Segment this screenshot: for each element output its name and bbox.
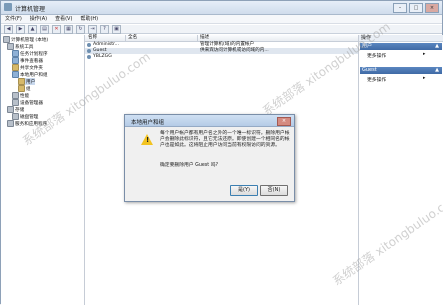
dialog-confirm-text: 确定要删除用户 Guest 吗?: [160, 163, 219, 168]
delete-user-dialog: 本地用户和组 × ! 每个用户帐户都有用户名之外的一个唯一标识符。删除用户帐户会…: [124, 114, 295, 202]
yes-button[interactable]: 是(Y): [230, 185, 258, 196]
no-button[interactable]: 否(N): [260, 185, 288, 196]
watermark-text: 系统部落 xitongbuluo.com: [330, 189, 443, 289]
dialog-message: 每个用户帐户都有用户名之外的一个唯一标识符。删除用户帐户会删除此标识符，且它无法…: [160, 131, 290, 148]
dialog-title: 本地用户和组: [131, 120, 165, 126]
warning-icon: !: [141, 134, 153, 145]
watermark-text: 系统部落 xitongbuluo.com: [260, 19, 393, 119]
dialog-close-button[interactable]: ×: [277, 117, 291, 126]
dialog-title-bar[interactable]: 本地用户和组 ×: [125, 115, 294, 127]
